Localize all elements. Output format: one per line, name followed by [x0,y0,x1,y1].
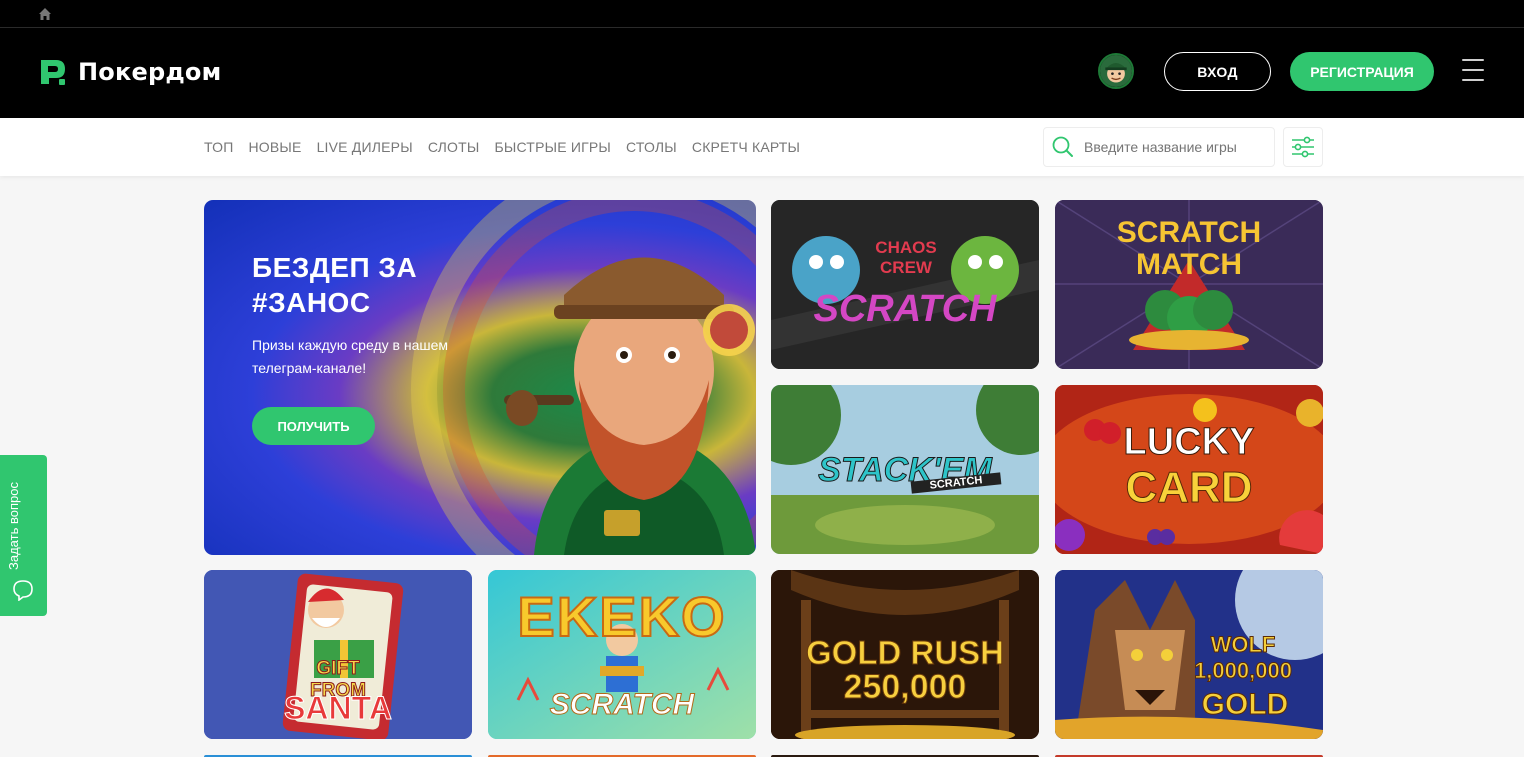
filter-icon [1292,136,1314,158]
tab-scratch-cards[interactable]: СКРЕТЧ КАРТЫ [692,139,800,155]
game-subtitle: GOLD [1201,688,1289,722]
menu-icon[interactable] [1462,59,1484,81]
game-tile[interactable]: CHAOS CREW SCRATCH [771,200,1039,369]
game-subtitle: MATCH [1135,248,1243,281]
home-icon[interactable] [37,6,53,22]
banner-subtitle: Призы каждую среду в нашем телеграм-кана… [252,337,448,376]
game-subtitle: SCRATCH [549,688,695,722]
banner-title: БЕЗДЕП ЗА #ЗАНОС [252,252,418,318]
game-title: SCRATCH [1116,216,1262,249]
game-tile[interactable]: WOLF 1,000,000 GOLD [1055,570,1323,739]
game-subtitle: SANTA [284,690,393,727]
game-subtitle: 250,000 [843,668,967,707]
game-subtitle: SCRATCH [813,288,997,330]
register-button[interactable]: РЕГИСТРАЦИЯ [1290,52,1434,91]
search-icon [1052,136,1073,157]
support-tab[interactable]: Задать вопрос [0,455,47,616]
avatar[interactable] [1098,53,1134,89]
game-title: LUCKY [1123,421,1255,464]
search-input[interactable] [1084,139,1264,155]
site-header: Покердом ВХОД РЕГИСТРАЦИЯ [0,28,1524,118]
filter-button[interactable] [1283,127,1323,167]
tab-slots[interactable]: СЛОТЫ [428,139,480,155]
tab-fast-games[interactable]: БЫСТРЫЕ ИГРЫ [494,139,611,155]
game-art [771,200,1039,369]
game-tile[interactable]: LUCKY CARD [1055,385,1323,554]
game-title: CHAOS CREW [875,238,937,277]
tab-top[interactable]: ТОП [204,139,233,155]
tab-new[interactable]: НОВЫЕ [248,139,301,155]
game-subtitle: CARD [1125,463,1253,513]
get-bonus-button[interactable]: ПОЛУЧИТЬ [252,407,375,445]
game-tile[interactable]: GIFT FROM SANTA [204,570,472,739]
game-title: WOLF 1,000,000 [1194,632,1293,684]
game-tile[interactable]: STACK'EM SCRATCH [771,385,1039,554]
game-title: GOLD RUSH [806,634,1005,672]
top-strip [0,0,1524,28]
tab-tables[interactable]: СТОЛЫ [626,139,677,155]
category-nav: ТОП НОВЫЕ LIVE ДИЛЕРЫ СЛОТЫ БЫСТРЫЕ ИГРЫ… [0,118,1524,176]
brand-name: Покердом [78,58,222,86]
chat-icon [13,580,33,601]
logo[interactable]: Покердом [38,55,221,89]
game-title: EKEKO [516,584,727,649]
promo-banner[interactable]: БЕЗДЕП ЗА #ЗАНОС Призы каждую среду в на… [204,200,756,555]
game-tile[interactable]: EKEKO SCRATCH [488,570,756,739]
support-label: Задать вопрос [6,482,21,570]
login-button[interactable]: ВХОД [1164,52,1271,91]
game-tile[interactable]: GOLD RUSH 250,000 [771,570,1039,739]
logo-icon [41,60,65,85]
search-box[interactable] [1043,127,1275,167]
tab-live-dealers[interactable]: LIVE ДИЛЕРЫ [317,139,413,155]
game-tile[interactable]: SCRATCH MATCH [1055,200,1323,369]
